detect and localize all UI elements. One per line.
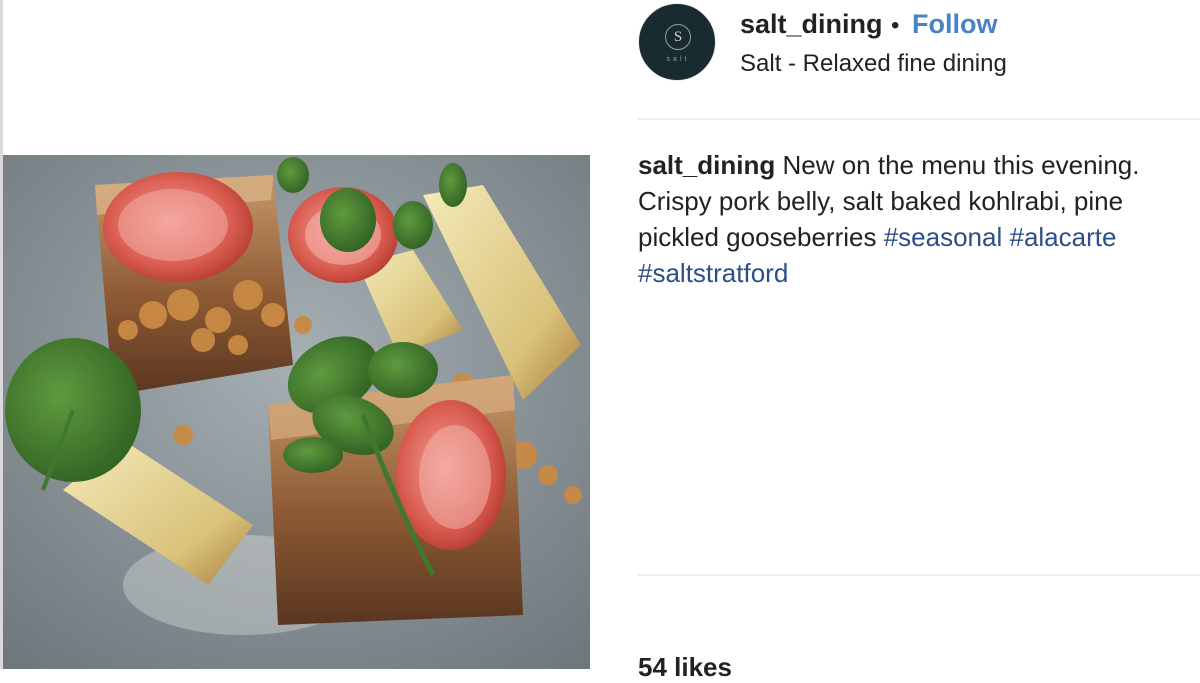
post-caption: salt_dining New on the menu this evening… [638, 147, 1198, 291]
follow-button[interactable]: Follow [912, 9, 997, 40]
caption-username[interactable]: salt_dining [638, 150, 775, 180]
location-link[interactable]: Salt - Relaxed fine dining [740, 50, 1007, 78]
avatar-logo-word: salt [666, 56, 690, 63]
header-separator: • [891, 12, 900, 39]
post-photo[interactable] [3, 155, 590, 669]
avatar-logo-letter: S [665, 24, 691, 50]
food-photo-illustration [3, 155, 590, 669]
profile-avatar[interactable]: S salt [638, 3, 716, 81]
header-divider [638, 118, 1200, 120]
likes-count[interactable]: 54 likes [638, 652, 732, 683]
hashtag-link[interactable]: #seasonal [884, 222, 1003, 252]
header-username[interactable]: salt_dining [740, 9, 883, 40]
hashtag-link[interactable]: #saltstratford [638, 258, 788, 288]
comments-divider [638, 574, 1200, 576]
post-header: S salt salt_dining • Follow Salt - Relax… [638, 3, 1200, 83]
hashtag-link[interactable]: #alacarte [1009, 222, 1116, 252]
